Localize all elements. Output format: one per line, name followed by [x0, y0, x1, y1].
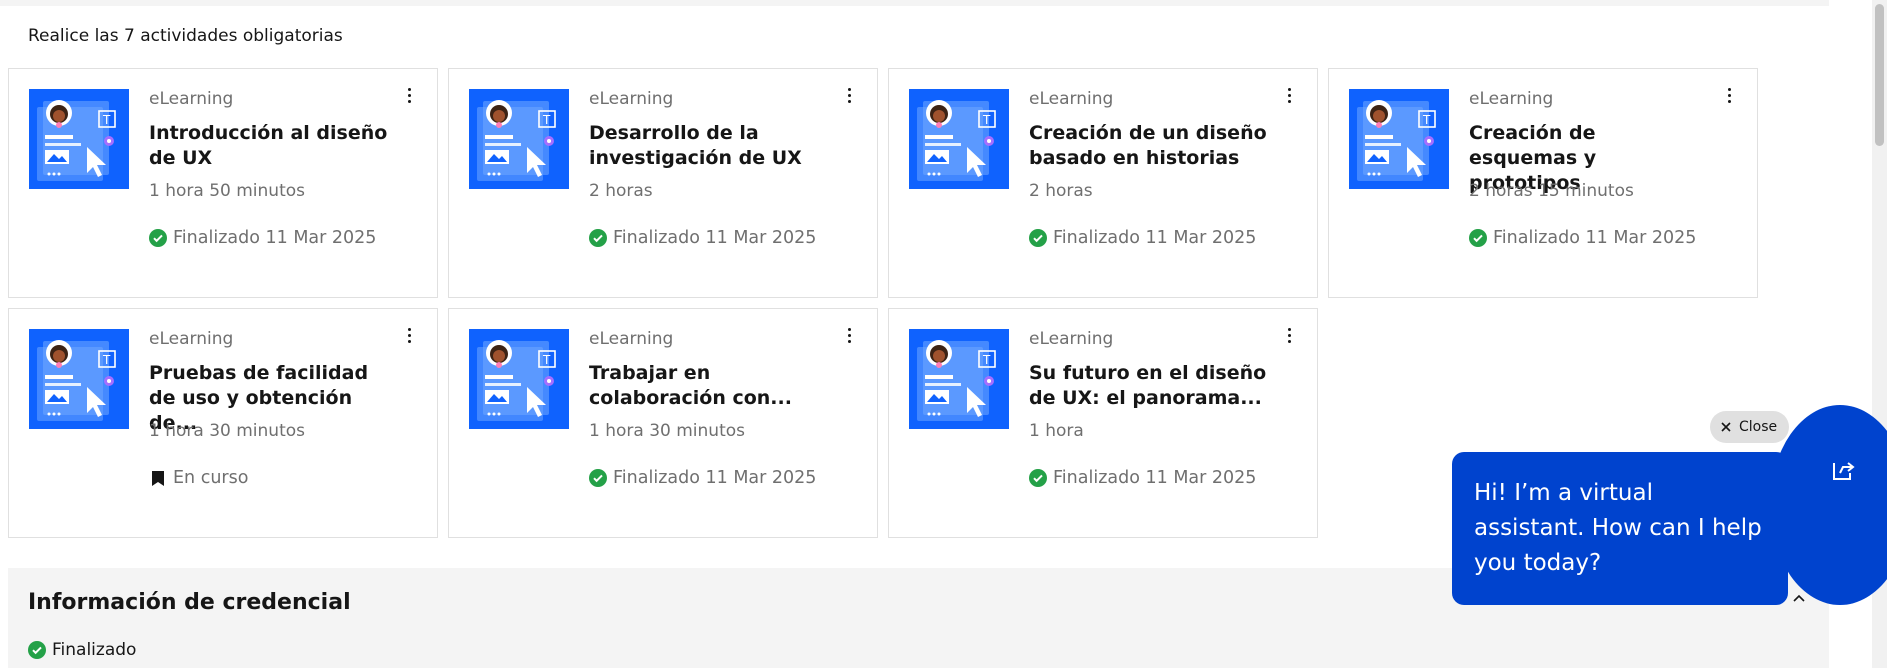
overflow-menu-icon[interactable]	[401, 325, 417, 345]
ux-illustration-icon: T	[909, 89, 1009, 189]
course-title[interactable]: Creación de un diseño basado en historia…	[1029, 121, 1269, 171]
course-card[interactable]: T eLearning Creación de esquemas y proto…	[1328, 68, 1758, 298]
course-card[interactable]: T eLearning Pruebas de facilidad de uso …	[8, 308, 438, 538]
course-duration: 1 hora	[1029, 421, 1084, 441]
course-status-text: Finalizado 11 Mar 2025	[613, 228, 817, 248]
course-status: Finalizado 11 Mar 2025	[589, 228, 816, 248]
course-duration: 1 hora 50 minutos	[149, 181, 305, 201]
course-duration: 1 hora 30 minutos	[149, 421, 305, 441]
overflow-menu-icon[interactable]	[1281, 325, 1297, 345]
course-type: eLearning	[589, 329, 674, 349]
overflow-menu-icon[interactable]	[841, 325, 857, 345]
course-thumbnail[interactable]: T	[909, 89, 1009, 189]
course-card[interactable]: T eLearning Su futuro en el diseño de UX…	[888, 308, 1318, 538]
launch-icon	[1833, 462, 1855, 480]
svg-text:T: T	[982, 113, 991, 127]
svg-text:T: T	[982, 353, 991, 367]
credential-title: Información de credencial	[28, 590, 351, 615]
course-thumbnail[interactable]: T	[29, 329, 129, 429]
course-status: Finalizado 11 Mar 2025	[149, 228, 376, 248]
course-card[interactable]: T eLearning Introducción al diseño de UX…	[8, 68, 438, 298]
chat-close-label: Close	[1739, 419, 1778, 435]
checkmark-filled-icon	[1029, 469, 1047, 487]
course-status: Finalizado 11 Mar 2025	[1469, 228, 1696, 248]
course-type: eLearning	[149, 89, 234, 109]
course-status: Finalizado 11 Mar 2025	[1029, 468, 1256, 488]
ux-illustration-icon: T	[1349, 89, 1449, 189]
course-title[interactable]: Su futuro en el diseño de UX: el panoram…	[1029, 361, 1269, 411]
checkmark-filled-icon	[1469, 229, 1487, 247]
course-thumbnail[interactable]: T	[469, 329, 569, 429]
course-thumbnail[interactable]: T	[1349, 89, 1449, 189]
course-status: Finalizado 11 Mar 2025	[589, 468, 816, 488]
scrollbar-thumb[interactable]	[1875, 4, 1884, 146]
course-type: eLearning	[589, 89, 674, 109]
checkmark-filled-icon	[1029, 229, 1047, 247]
svg-text:T: T	[102, 353, 111, 367]
checkmark-filled-icon	[589, 229, 607, 247]
chat-greeting-bubble[interactable]: Hi! I’m a virtual assistant. How can I h…	[1452, 452, 1788, 605]
overflow-menu-icon[interactable]	[1281, 85, 1297, 105]
course-duration: 2 horas	[589, 181, 653, 201]
course-status-text: Finalizado 11 Mar 2025	[1053, 468, 1257, 488]
course-title[interactable]: Desarrollo de la investigación de UX	[589, 121, 829, 171]
course-status: Finalizado 11 Mar 2025	[1029, 228, 1256, 248]
course-card[interactable]: T eLearning Desarrollo de la investigaci…	[448, 68, 878, 298]
ux-illustration-icon: T	[469, 89, 569, 189]
ux-illustration-icon: T	[29, 329, 129, 429]
course-duration: 2 horas 15 minutos	[1469, 181, 1634, 201]
overflow-menu-icon[interactable]	[401, 85, 417, 105]
course-card[interactable]: T eLearning Creación de un diseño basado…	[888, 68, 1318, 298]
close-icon	[1721, 422, 1731, 432]
checkmark-filled-icon	[28, 641, 46, 659]
course-status-text: Finalizado 11 Mar 2025	[173, 228, 377, 248]
chat-greeting-text: Hi! I’m a virtual assistant. How can I h…	[1474, 480, 1762, 576]
course-duration: 2 horas	[1029, 181, 1093, 201]
ux-illustration-icon: T	[469, 329, 569, 429]
ux-illustration-icon: T	[909, 329, 1009, 429]
chevron-up-icon[interactable]	[1790, 590, 1808, 608]
credential-status-text: Finalizado	[52, 640, 137, 660]
course-status-text: Finalizado 11 Mar 2025	[1493, 228, 1697, 248]
course-status-text: En curso	[173, 468, 249, 488]
svg-text:T: T	[542, 113, 551, 127]
course-duration: 1 hora 30 minutos	[589, 421, 745, 441]
course-thumbnail[interactable]: T	[909, 329, 1009, 429]
course-type: eLearning	[149, 329, 234, 349]
course-title[interactable]: Introducción al diseño de UX	[149, 121, 389, 171]
course-type: eLearning	[1029, 329, 1114, 349]
course-card[interactable]: T eLearning Trabajar en colaboración con…	[448, 308, 878, 538]
course-thumbnail[interactable]: T	[29, 89, 129, 189]
top-strip	[0, 0, 1829, 6]
overflow-menu-icon[interactable]	[841, 85, 857, 105]
chat-close-button[interactable]: Close	[1710, 411, 1790, 443]
course-status-text: Finalizado 11 Mar 2025	[613, 468, 817, 488]
svg-text:T: T	[542, 353, 551, 367]
course-title[interactable]: Trabajar en colaboración con...	[589, 361, 829, 411]
checkmark-filled-icon	[149, 229, 167, 247]
activities-heading: Realice las 7 actividades obligatorias	[28, 26, 343, 46]
course-type: eLearning	[1029, 89, 1114, 109]
ux-illustration-icon: T	[29, 89, 129, 189]
svg-text:T: T	[102, 113, 111, 127]
course-type: eLearning	[1469, 89, 1554, 109]
course-thumbnail[interactable]: T	[469, 89, 569, 189]
overflow-menu-icon[interactable]	[1721, 85, 1737, 105]
bookmark-icon	[149, 469, 167, 487]
course-status: En curso	[149, 468, 248, 488]
checkmark-filled-icon	[589, 469, 607, 487]
course-status-text: Finalizado 11 Mar 2025	[1053, 228, 1257, 248]
svg-text:T: T	[1422, 113, 1431, 127]
credential-status: Finalizado	[28, 640, 136, 660]
